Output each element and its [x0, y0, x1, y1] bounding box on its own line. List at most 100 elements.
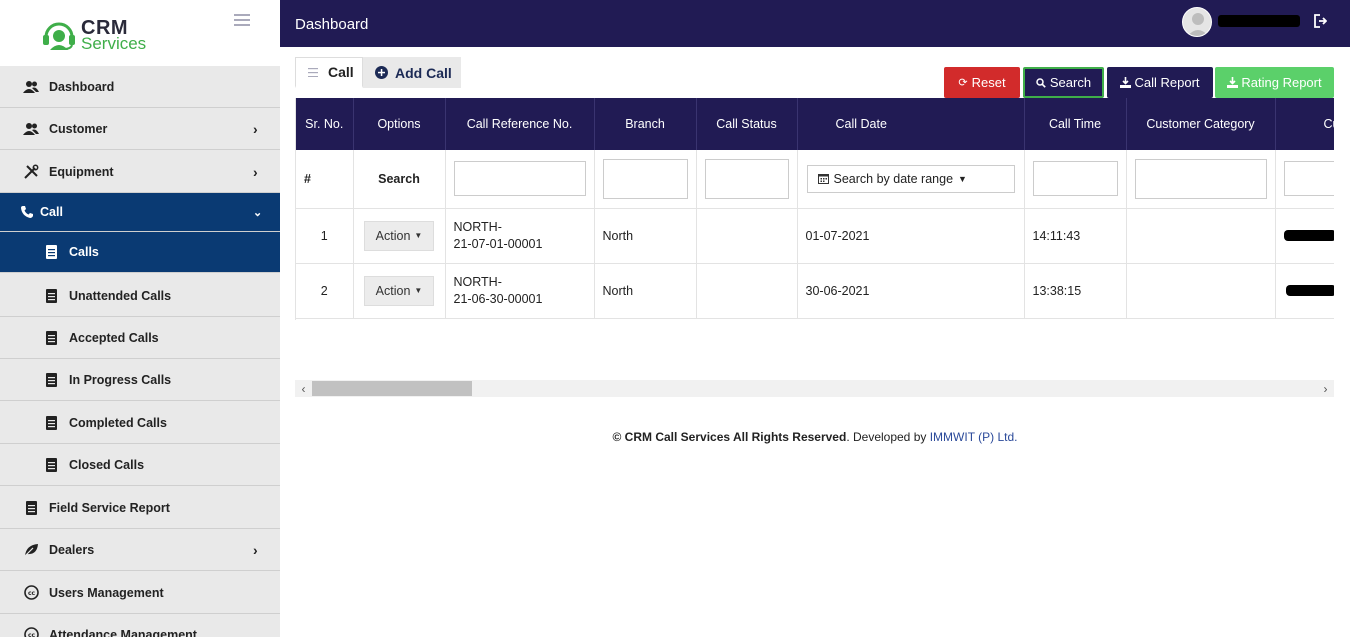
cc-icon: cc — [22, 585, 40, 601]
rating-report-button[interactable]: Rating Report — [1215, 67, 1334, 98]
tab-call[interactable]: Call — [295, 57, 363, 88]
date-range-picker[interactable]: Search by date range ▼ — [806, 164, 1015, 193]
customer-search-input[interactable] — [1283, 161, 1334, 197]
chevron-right-icon: › — [253, 541, 258, 558]
sidebar-item-accepted-calls[interactable]: Accepted Calls — [0, 317, 280, 359]
customer-category-cell — [1126, 263, 1276, 319]
search-button[interactable]: Search — [1023, 67, 1104, 98]
sidebar-item-label: Accepted Calls — [69, 330, 159, 345]
menu-toggle-icon[interactable] — [234, 14, 250, 28]
avatar[interactable] — [1182, 7, 1212, 37]
tab-add-call[interactable]: Add Call — [363, 57, 461, 88]
footer: © CRM Call Services All Rights Reserved.… — [280, 430, 1350, 444]
file-icon — [42, 372, 60, 388]
sidebar-item-users-management[interactable]: cc Users Management — [0, 572, 280, 614]
table-row: 1 Action ▼ NORTH- 21-07-01-00001 North 0… — [296, 208, 1334, 264]
calendar-icon — [817, 173, 829, 185]
svg-text:cc: cc — [27, 590, 35, 597]
logo[interactable]: CRM Services — [0, 0, 280, 66]
scrollbar-thumb[interactable] — [312, 381, 472, 396]
sidebar-item-completed-calls[interactable]: Completed Calls — [0, 402, 280, 444]
calls-table: Sr. No. Options Call Reference No. Branc… — [295, 98, 1334, 320]
plus-circle-icon — [375, 66, 388, 79]
sidebar-item-label: Calls — [69, 245, 99, 259]
sidebar-item-closed-calls[interactable]: Closed Calls — [0, 444, 280, 486]
column-header[interactable]: Customer Category — [1126, 98, 1276, 150]
search-button-label: Search — [1049, 75, 1092, 90]
column-header[interactable]: Options — [353, 98, 446, 150]
call-status-cell — [696, 208, 798, 264]
action-dropdown-button[interactable]: Action ▼ — [364, 220, 434, 251]
sidebar-item-customer[interactable]: Customer › — [0, 108, 280, 150]
headset-logo-icon — [43, 22, 75, 50]
action-dropdown-button[interactable]: Action ▼ — [364, 275, 434, 306]
tab-add-call-label: Add Call — [395, 64, 452, 81]
footer-company-link[interactable]: IMMWIT (P) Ltd. — [930, 430, 1018, 444]
filter-row: # Search Search by date range ▼ — [296, 150, 1334, 209]
column-header[interactable]: Call Status — [696, 98, 798, 150]
scroll-left-icon[interactable]: ‹ — [295, 380, 312, 397]
list-icon — [308, 64, 320, 80]
sidebar: CRM Services Dashboard Customer › Equipm… — [0, 0, 280, 637]
footer-developed-by: . Developed by — [846, 430, 930, 444]
sidebar-item-label: Dealers — [49, 542, 95, 557]
file-icon — [42, 415, 60, 431]
sidebar-item-equipment[interactable]: Equipment › — [0, 151, 280, 193]
phone-icon — [18, 204, 36, 220]
main-content: Call Add Call ⟳ Reset Search Call Report… — [280, 47, 1350, 637]
cc-icon: cc — [22, 627, 40, 637]
sidebar-item-dashboard[interactable]: Dashboard — [0, 66, 280, 108]
call-status-cell — [696, 263, 798, 319]
column-header[interactable]: Call Date — [797, 98, 1025, 150]
call-report-button-label: Call Report — [1134, 75, 1200, 90]
sidebar-item-label: Closed Calls — [69, 457, 145, 472]
column-header[interactable]: Branch — [594, 98, 697, 150]
call-time-cell: 13:38:15 — [1024, 263, 1127, 319]
file-icon — [22, 500, 40, 516]
customer-category-search-input[interactable] — [1134, 158, 1267, 199]
column-header[interactable]: Sr. No. — [296, 98, 354, 150]
call-status-search-input[interactable] — [704, 158, 789, 199]
branch-cell: North — [594, 263, 697, 319]
caret-down-icon: ▼ — [414, 286, 423, 295]
sidebar-item-calls[interactable]: Calls — [0, 232, 280, 273]
column-header[interactable]: Call Time — [1024, 98, 1127, 150]
logout-icon[interactable] — [1313, 14, 1329, 30]
rating-report-button-label: Rating Report — [1241, 75, 1322, 90]
scroll-right-icon[interactable]: › — [1317, 380, 1334, 397]
footer-copyright: © CRM Call Services All Rights Reserved — [612, 430, 847, 444]
sidebar-item-field-service-report[interactable]: Field Service Report — [0, 487, 280, 529]
user-name-redacted[interactable] — [1218, 15, 1300, 27]
call-time-search-input[interactable] — [1032, 161, 1118, 197]
refresh-icon: ⟳ — [958, 77, 968, 89]
horizontal-scrollbar[interactable]: ‹ › — [295, 380, 1334, 397]
reset-button-label: Reset — [971, 75, 1006, 90]
reset-button[interactable]: ⟳ Reset — [944, 67, 1020, 98]
call-reference-search-input[interactable] — [453, 161, 586, 197]
download-icon — [1227, 77, 1239, 88]
sidebar-item-label: Equipment — [49, 164, 114, 179]
column-header[interactable]: Call Reference No. — [445, 98, 595, 150]
sidebar-item-attendance-management[interactable]: cc Attendance Management — [0, 614, 280, 637]
sidebar-item-label: Attendance Management — [49, 627, 197, 637]
table-row: 2 Action ▼ NORTH- 21-06-30-00001 North 3… — [296, 263, 1334, 319]
sr-no-cell: 1 — [296, 208, 354, 264]
download-icon — [1120, 77, 1132, 88]
users-icon — [22, 79, 40, 95]
branch-cell: North — [594, 208, 697, 264]
branch-search-input[interactable] — [602, 158, 688, 199]
sidebar-item-label: Dashboard — [49, 79, 115, 94]
sidebar-item-dealers[interactable]: Dealers › — [0, 529, 280, 571]
sidebar-item-label: Unattended Calls — [69, 288, 172, 303]
sidebar-item-call[interactable]: Call ⌄ — [0, 193, 280, 232]
column-header[interactable]: Cu — [1275, 98, 1334, 150]
action-label: Action — [375, 228, 411, 243]
sidebar-item-unattended-calls[interactable]: Unattended Calls — [0, 275, 280, 317]
action-label: Action — [375, 283, 411, 298]
sidebar-item-in-progress-calls[interactable]: In Progress Calls — [0, 359, 280, 401]
logo-subtitle: Services — [81, 34, 147, 53]
caret-down-icon: ▼ — [414, 231, 423, 240]
top-bar: Dashboard — [280, 0, 1350, 47]
call-report-button[interactable]: Call Report — [1107, 67, 1213, 98]
file-icon — [42, 457, 60, 473]
